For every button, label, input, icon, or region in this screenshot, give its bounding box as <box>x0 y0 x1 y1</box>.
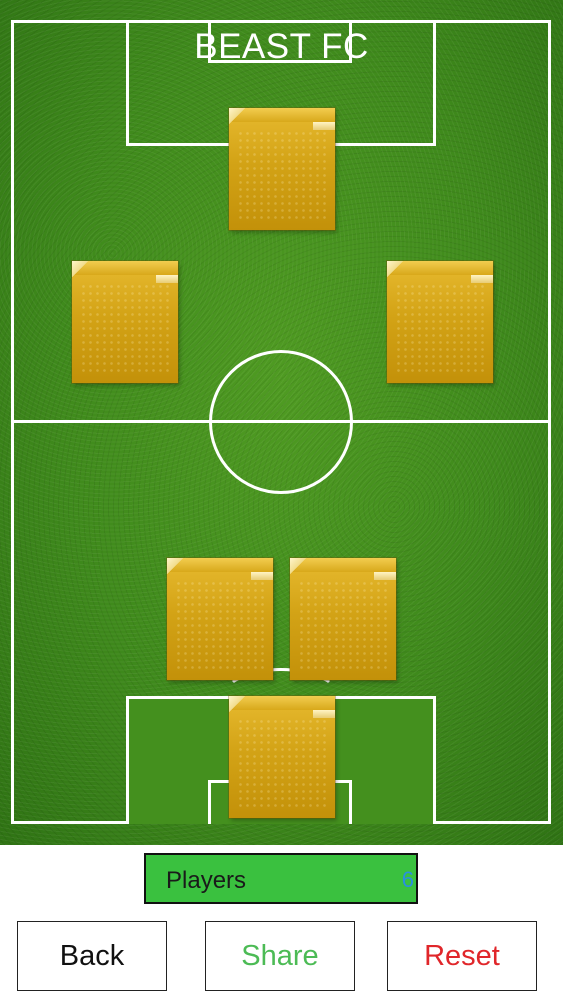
player-card-right-wing[interactable] <box>387 261 493 383</box>
back-button[interactable]: Back <box>17 921 167 991</box>
share-button[interactable]: Share <box>205 921 355 991</box>
players-counter-bar[interactable]: Players 6 <box>144 853 418 904</box>
center-circle <box>209 350 353 494</box>
team-name: BEAST FC <box>194 27 369 66</box>
football-pitch: BEAST FC <box>0 0 563 845</box>
players-count: 6 <box>401 867 414 892</box>
player-card-left-defender[interactable] <box>167 558 273 680</box>
player-card-goalkeeper[interactable] <box>229 696 335 818</box>
players-label: Players <box>166 867 247 894</box>
player-card-right-defender[interactable] <box>290 558 396 680</box>
player-card-left-wing[interactable] <box>72 261 178 383</box>
reset-button[interactable]: Reset <box>387 921 537 991</box>
player-card-forward[interactable] <box>229 108 335 230</box>
